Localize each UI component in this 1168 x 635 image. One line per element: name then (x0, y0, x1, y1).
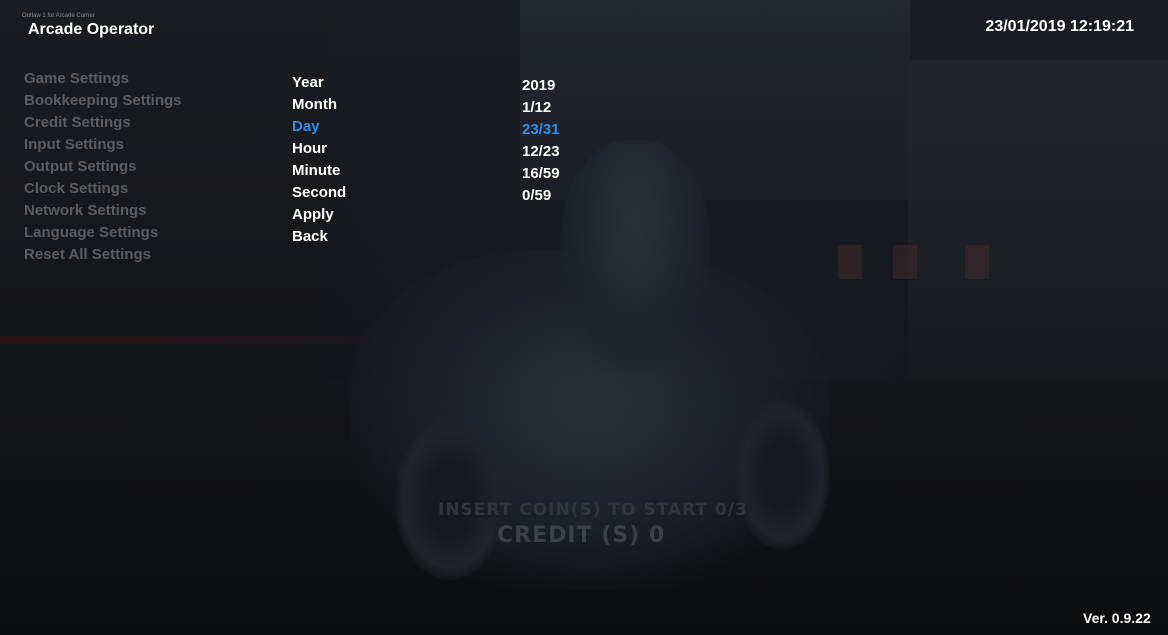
option-day[interactable]: Day (292, 116, 346, 138)
page-title: Arcade Operator (28, 21, 155, 38)
background-wheel (735, 400, 830, 550)
clock-option-list: Year Month Day Hour Minute Second Apply … (292, 72, 346, 248)
insert-coin-text: INSERT COIN(S) TO START 0/3 (438, 500, 748, 520)
menu-item-output-settings[interactable]: Output Settings (24, 156, 182, 178)
value-hour[interactable]: 12/23 (522, 141, 560, 163)
credit-text: CREDIT (S) 0 (497, 523, 666, 548)
game-screen: INSERT COIN(S) TO START 0/3 CREDIT (S) 0… (0, 0, 1168, 635)
clock-value-list: 2019 1/12 23/31 12/23 16/59 0/59 (522, 75, 560, 207)
value-month[interactable]: 1/12 (522, 97, 560, 119)
game-tag: Outlaw 1 for Arcade Corner (22, 13, 95, 19)
menu-item-clock-settings[interactable]: Clock Settings (24, 178, 182, 200)
value-day[interactable]: 23/31 (522, 119, 560, 141)
background-streak (0, 336, 420, 344)
option-hour[interactable]: Hour (292, 138, 346, 160)
back-button[interactable]: Back (292, 226, 346, 248)
value-minute[interactable]: 16/59 (522, 163, 560, 185)
background-flag (893, 245, 917, 279)
menu-item-language-settings[interactable]: Language Settings (24, 222, 182, 244)
clock-display: 23/01/2019 12:19:21 (985, 18, 1134, 35)
background-building-right (908, 60, 1168, 390)
value-second[interactable]: 0/59 (522, 185, 560, 207)
menu-item-game-settings[interactable]: Game Settings (24, 68, 182, 90)
menu-item-network-settings[interactable]: Network Settings (24, 200, 182, 222)
settings-menu: Game Settings Bookkeeping Settings Credi… (24, 68, 182, 266)
value-year[interactable]: 2019 (522, 75, 560, 97)
option-minute[interactable]: Minute (292, 160, 346, 182)
version-label: Ver. 0.9.22 (1083, 610, 1151, 626)
option-second[interactable]: Second (292, 182, 346, 204)
menu-item-reset-all-settings[interactable]: Reset All Settings (24, 244, 182, 266)
apply-button[interactable]: Apply (292, 204, 346, 226)
menu-item-bookkeeping-settings[interactable]: Bookkeeping Settings (24, 90, 182, 112)
option-year[interactable]: Year (292, 72, 346, 94)
background-rider (560, 140, 710, 370)
background-flag (965, 245, 989, 279)
background-flag (838, 245, 862, 279)
menu-item-input-settings[interactable]: Input Settings (24, 134, 182, 156)
menu-item-credit-settings[interactable]: Credit Settings (24, 112, 182, 134)
option-month[interactable]: Month (292, 94, 346, 116)
